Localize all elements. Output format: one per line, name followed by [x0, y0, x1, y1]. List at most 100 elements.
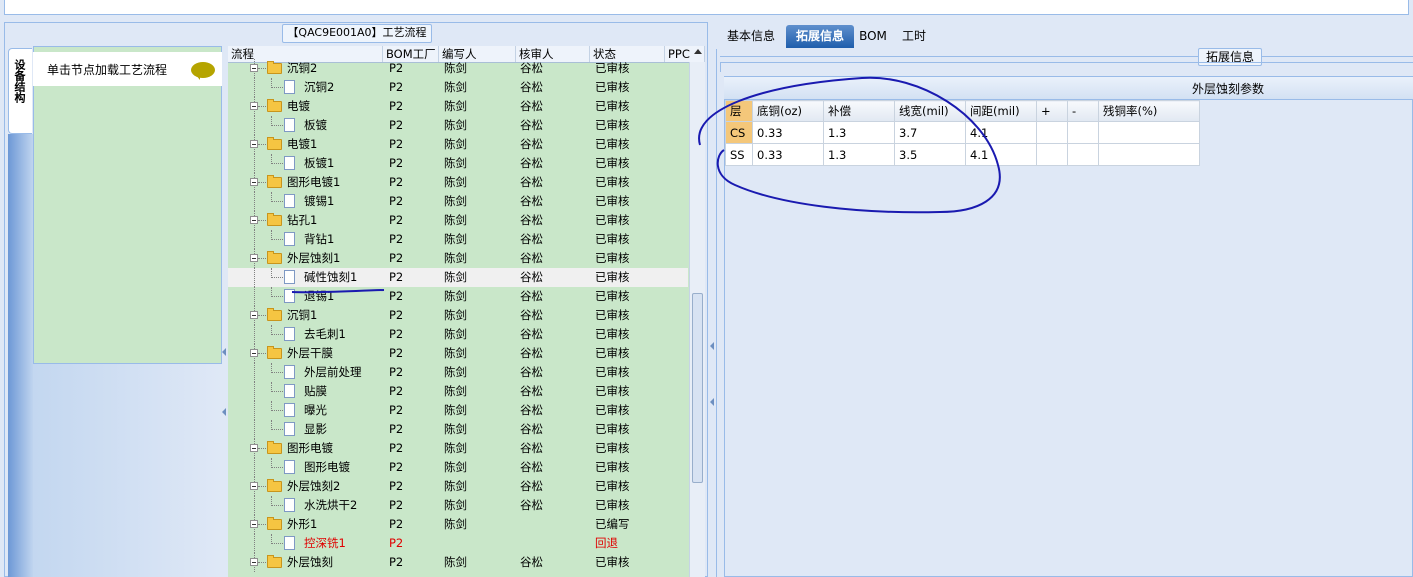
- collapse-left-arrow-icon-2[interactable]: [222, 408, 226, 416]
- param-cell[interactable]: CS: [725, 121, 753, 144]
- top-input-field[interactable]: [4, 0, 1409, 15]
- param-col-header[interactable]: 层: [725, 100, 753, 122]
- param-col-header[interactable]: 残铜率(%): [1098, 100, 1200, 122]
- table-row[interactable]: 图形电镀 P2 陈剑 谷松 已审核: [228, 439, 688, 458]
- param-col-header[interactable]: 线宽(mil): [894, 100, 966, 122]
- tree-line: [271, 125, 283, 126]
- expand-toggle-icon[interactable]: [250, 178, 258, 186]
- expand-toggle-icon[interactable]: [250, 520, 258, 528]
- table-row[interactable]: 显影 P2 陈剑 谷松 已审核: [228, 420, 688, 439]
- collapse-left-arrow-icon[interactable]: [222, 348, 226, 356]
- tree-line: [254, 420, 255, 439]
- param-col-header[interactable]: 底铜(oz): [752, 100, 824, 122]
- table-row[interactable]: 板镀 P2 陈剑 谷松 已审核: [228, 116, 688, 135]
- collapse-right-arrow-icon-2[interactable]: [710, 398, 714, 406]
- param-row[interactable]: SS 0.33 1.3 3.5 4.1: [725, 143, 1200, 166]
- expand-toggle-icon[interactable]: [250, 216, 258, 224]
- cell-flow: 外层蚀刻: [287, 555, 333, 569]
- table-row[interactable]: 控深铣1 P2 回退: [228, 534, 688, 553]
- cell-status: 已审核: [595, 99, 630, 113]
- table-row[interactable]: 外层蚀刻2 P2 陈剑 谷松 已审核: [228, 477, 688, 496]
- param-cell[interactable]: [1036, 121, 1068, 144]
- table-row[interactable]: 沉铜2 P2 陈剑 谷松 已审核: [228, 59, 688, 78]
- param-col-header[interactable]: 补偿: [823, 100, 895, 122]
- expand-toggle-icon[interactable]: [250, 482, 258, 490]
- node-panel-header[interactable]: 单击节点加载工艺流程: [33, 52, 222, 86]
- param-cell[interactable]: [1067, 121, 1099, 144]
- tab-work-hours[interactable]: 工时: [896, 25, 932, 48]
- scroll-up-arrow-icon[interactable]: [694, 49, 702, 54]
- table-row[interactable]: 电镀 P2 陈剑 谷松 已审核: [228, 97, 688, 116]
- grid-scrollbar[interactable]: [689, 49, 705, 577]
- cell-status: 回退: [595, 536, 618, 550]
- cell-status: 已审核: [595, 365, 630, 379]
- table-row[interactable]: 图形电镀1 P2 陈剑 谷松 已审核: [228, 173, 688, 192]
- document-icon: [284, 80, 295, 94]
- param-col-header[interactable]: 间距(mil): [965, 100, 1037, 122]
- right-splitter[interactable]: [708, 22, 716, 577]
- cell-flow: 去毛刺1: [304, 327, 346, 341]
- table-row[interactable]: 外形1 P2 陈剑 已编写: [228, 515, 688, 534]
- cell-bom-factory: P2: [389, 555, 404, 569]
- table-row[interactable]: 外层蚀刻1 P2 陈剑 谷松 已审核: [228, 249, 688, 268]
- table-row[interactable]: 退锡1 P2 陈剑 谷松 已审核: [228, 287, 688, 306]
- param-cell[interactable]: [1098, 143, 1200, 166]
- equipment-structure-tab[interactable]: 设备结构: [8, 48, 32, 134]
- table-row[interactable]: 背钻1 P2 陈剑 谷松 已审核: [228, 230, 688, 249]
- tab-basic-info[interactable]: 基本信息: [718, 25, 784, 48]
- tab-extension-info[interactable]: 拓展信息: [786, 25, 854, 48]
- table-row[interactable]: 钻孔1 P2 陈剑 谷松 已审核: [228, 211, 688, 230]
- param-cell[interactable]: 1.3: [823, 121, 895, 144]
- expand-toggle-icon[interactable]: [250, 558, 258, 566]
- expand-toggle-icon[interactable]: [250, 349, 258, 357]
- param-cell[interactable]: 4.1: [965, 143, 1037, 166]
- table-row[interactable]: 曝光 P2 陈剑 谷松 已审核: [228, 401, 688, 420]
- param-cell[interactable]: [1067, 143, 1099, 166]
- tree-line: [254, 363, 255, 382]
- param-col-header[interactable]: +: [1036, 100, 1068, 122]
- document-icon: [284, 118, 295, 132]
- tree-line: [258, 182, 266, 183]
- expand-toggle-icon[interactable]: [250, 311, 258, 319]
- table-row[interactable]: 板镀1 P2 陈剑 谷松 已审核: [228, 154, 688, 173]
- cell-flow: 板镀1: [304, 156, 335, 170]
- folder-icon: [267, 441, 282, 454]
- cell-bom-factory: P2: [389, 308, 404, 322]
- table-row[interactable]: 沉铜1 P2 陈剑 谷松 已审核: [228, 306, 688, 325]
- table-row[interactable]: 碱性蚀刻1 P2 陈剑 谷松 已审核: [228, 268, 688, 287]
- param-cell[interactable]: [1036, 143, 1068, 166]
- table-row[interactable]: 水洗烘干2 P2 陈剑 谷松 已审核: [228, 496, 688, 515]
- param-cell[interactable]: 3.5: [894, 143, 966, 166]
- param-row[interactable]: CS 0.33 1.3 3.7 4.1: [725, 121, 1200, 144]
- cell-writer: 陈剑: [444, 555, 467, 569]
- table-row[interactable]: 去毛刺1 P2 陈剑 谷松 已审核: [228, 325, 688, 344]
- param-cell[interactable]: 4.1: [965, 121, 1037, 144]
- table-row[interactable]: 外层蚀刻 P2 陈剑 谷松 已审核: [228, 553, 688, 572]
- param-col-header[interactable]: -: [1067, 100, 1099, 122]
- tree-line: [258, 144, 266, 145]
- param-cell[interactable]: 0.33: [752, 121, 824, 144]
- expand-toggle-icon[interactable]: [250, 254, 258, 262]
- table-row[interactable]: 电镀1 P2 陈剑 谷松 已审核: [228, 135, 688, 154]
- cell-writer: 陈剑: [444, 498, 467, 512]
- param-cell[interactable]: 3.7: [894, 121, 966, 144]
- tree-line: [258, 68, 266, 69]
- table-row[interactable]: 贴膜 P2 陈剑 谷松 已审核: [228, 382, 688, 401]
- table-row[interactable]: 图形电镀 P2 陈剑 谷松 已审核: [228, 458, 688, 477]
- table-row[interactable]: 镀锡1 P2 陈剑 谷松 已审核: [228, 192, 688, 211]
- param-cell[interactable]: SS: [725, 143, 753, 166]
- expand-toggle-icon[interactable]: [250, 444, 258, 452]
- tab-bom[interactable]: BOM: [856, 25, 890, 48]
- table-row[interactable]: 外层干膜 P2 陈剑 谷松 已审核: [228, 344, 688, 363]
- param-cell[interactable]: 1.3: [823, 143, 895, 166]
- collapse-right-arrow-icon[interactable]: [710, 342, 714, 350]
- param-cell[interactable]: 0.33: [752, 143, 824, 166]
- expand-toggle-icon[interactable]: [250, 102, 258, 110]
- param-cell[interactable]: [1098, 121, 1200, 144]
- table-row[interactable]: 沉铜2 P2 陈剑 谷松 已审核: [228, 78, 688, 97]
- table-row[interactable]: 外层前处理 P2 陈剑 谷松 已审核: [228, 363, 688, 382]
- folder-icon: [267, 175, 282, 188]
- expand-toggle-icon[interactable]: [250, 140, 258, 148]
- scrollbar-thumb[interactable]: [692, 293, 703, 483]
- expand-toggle-icon[interactable]: [250, 64, 258, 72]
